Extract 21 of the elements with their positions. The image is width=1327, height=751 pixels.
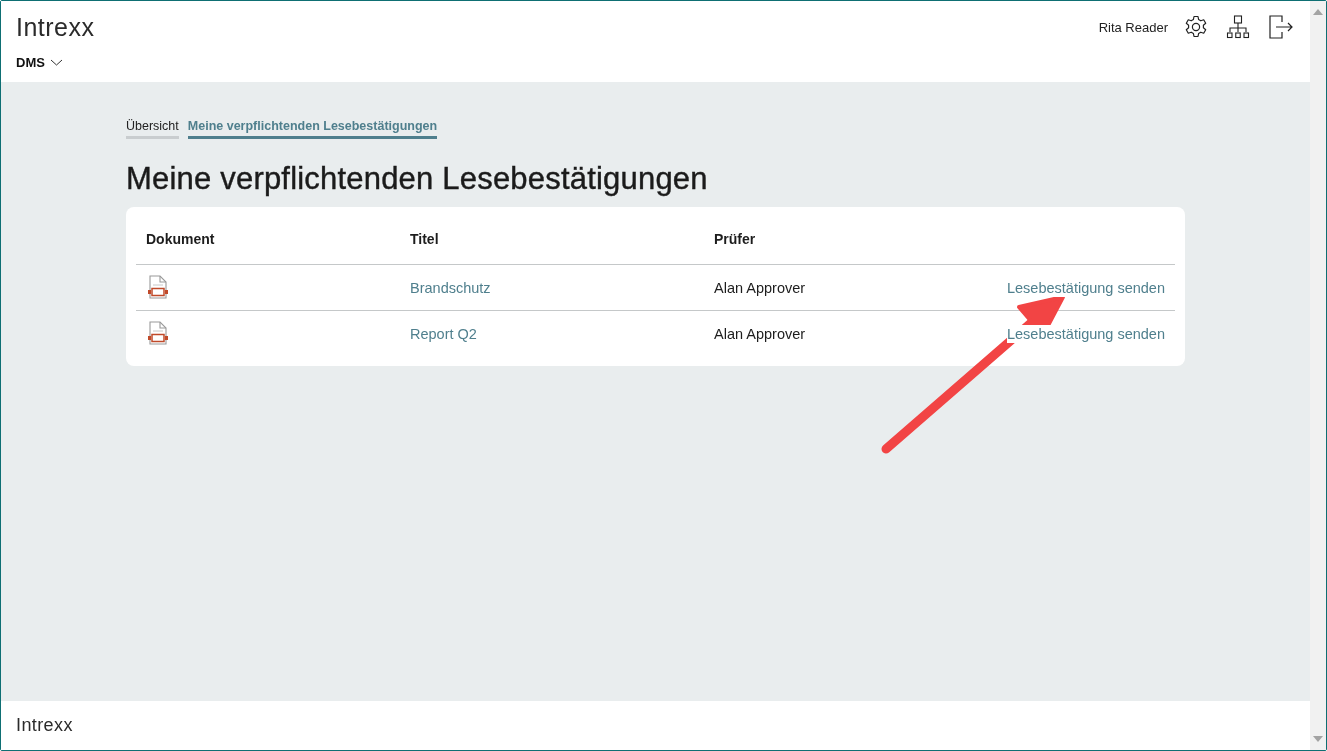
title-link[interactable]: Report Q2 [410,325,477,342]
document-icon[interactable] [146,321,170,346]
reviewer-name: Alan Approver [714,279,806,296]
logo[interactable]: Intrexx [16,13,95,41]
tab[interactable]: Übersicht [126,119,179,139]
tab[interactable]: Meine verpflichtenden Lesebestätigungen [187,119,438,139]
settings-icon[interactable] [1184,15,1208,39]
column-header: Dokument [136,217,400,265]
chevron-down-icon [49,59,63,66]
reviewer-name: Alan Approver [714,325,806,342]
footer-logo: Intrexx [16,715,73,736]
column-header: Titel [400,217,704,265]
logout-icon[interactable] [1268,14,1294,40]
page-title: Meine verpflichtenden Lesebestätigungen [126,161,709,197]
column-header: Prüfer [704,217,885,265]
app-menu-dropdown[interactable]: DMS [16,55,63,70]
user-name[interactable]: Rita Reader [1098,19,1168,35]
send-confirmation-link[interactable]: Lesebestätigung senden [1006,324,1165,343]
title-link[interactable]: Brandschutz [410,279,491,296]
document-icon[interactable] [146,275,170,300]
sitemap-icon[interactable] [1226,15,1250,39]
